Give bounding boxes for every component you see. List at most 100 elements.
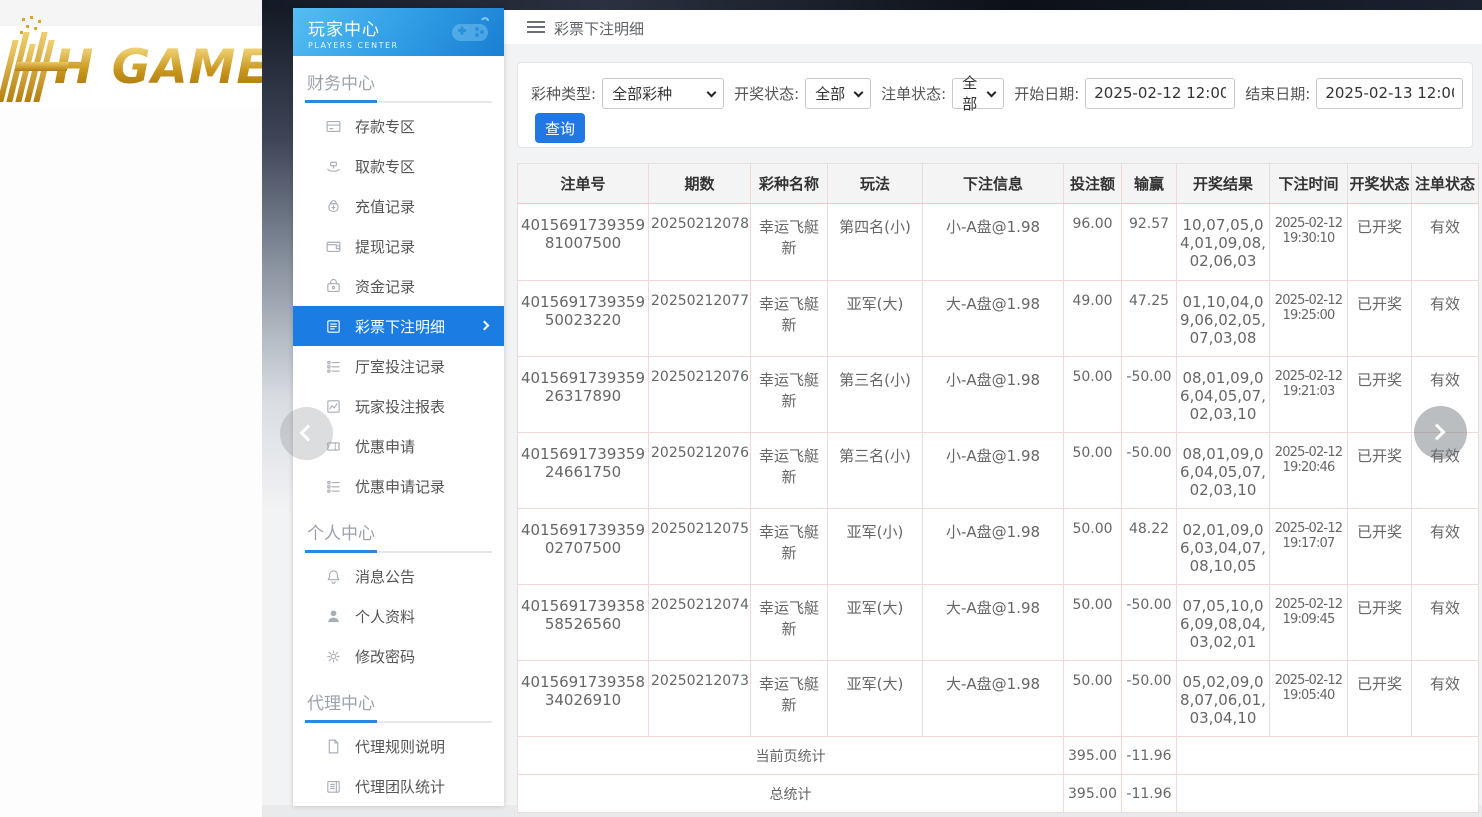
table-row: 40156917393598100750020250212078幸运飞艇新第四名… — [518, 204, 1479, 281]
deposit-icon — [325, 118, 342, 135]
cell-draw-result: 05,02,09,08,07,06,01,03,04,10 — [1177, 661, 1270, 737]
cell-bet-time: 2025-02-12 19:09:45 — [1270, 585, 1348, 661]
cell-play-type: 第四名(小) — [828, 204, 923, 281]
cell-bet-id: 401569173935950023220 — [518, 281, 649, 357]
sidebar-item[interactable]: 修改密码 — [293, 636, 504, 676]
cell-bet-info: 小-A盘@1.98 — [923, 204, 1064, 281]
sidebar-section-title: 财务中心 — [293, 56, 504, 93]
draw-status-select[interactable]: 全部 — [805, 78, 871, 109]
summary-win-loss-total: -11.96 — [1122, 775, 1177, 813]
sidebar-item[interactable]: 取款专区 — [293, 146, 504, 186]
col-draw-result: 开奖结果 — [1177, 164, 1270, 204]
withdraw-record-icon — [325, 238, 342, 255]
table-header: 注单号期数彩种名称玩法下注信息投注额输赢开奖结果下注时间开奖状态注单状态 — [518, 164, 1479, 204]
table-row: 40156917393592631789020250212076幸运飞艇新第三名… — [518, 357, 1479, 433]
cell-bet-info: 大-A盘@1.98 — [923, 585, 1064, 661]
sidebar-item[interactable]: 厅室投注记录 — [293, 346, 504, 386]
cell-bet-time: 2025-02-12 19:21:03 — [1270, 357, 1348, 433]
start-date-input[interactable] — [1085, 78, 1235, 109]
main-header: 彩票下注明细 — [504, 10, 1482, 44]
menu-toggle-icon[interactable] — [527, 21, 545, 33]
cell-period: 20250212077 — [649, 281, 751, 357]
cell-period: 20250212073 — [649, 661, 751, 737]
lottery-type-value: 全部彩种 — [612, 83, 672, 104]
cell-bet-time: 2025-02-12 19:25:00 — [1270, 281, 1348, 357]
cell-draw-status: 已开奖 — [1348, 204, 1412, 281]
cell-bet-status: 有效 — [1412, 509, 1479, 585]
cell-draw-result: 01,10,04,09,06,02,05,07,03,08 — [1177, 281, 1270, 357]
chevron-right-icon — [480, 321, 490, 331]
cell-bet-amount: 50.00 — [1064, 357, 1122, 433]
draw-status-value: 全部 — [815, 83, 845, 104]
summary-empty — [1177, 737, 1479, 775]
sidebar-header: 玩家中心 PLAYERS CENTER — [293, 8, 504, 56]
sidebar-item[interactable]: 个人资料 — [293, 596, 504, 636]
cell-bet-id: 401569173935858526560 — [518, 585, 649, 661]
cell-bet-time: 2025-02-12 19:30:10 — [1270, 204, 1348, 281]
sidebar-collapse-arrow[interactable] — [280, 407, 333, 460]
cell-draw-status: 已开奖 — [1348, 357, 1412, 433]
sidebar-item-label: 彩票下注明细 — [355, 316, 445, 337]
bet-status-value: 全部 — [962, 72, 981, 114]
sidebar-item[interactable]: 代理规则说明 — [293, 726, 504, 766]
cell-lottery-name: 幸运飞艇新 — [751, 433, 828, 509]
announcement-icon — [325, 568, 342, 585]
cell-play-type: 亚军(大) — [828, 661, 923, 737]
cell-bet-status: 有效 — [1412, 204, 1479, 281]
panel-expand-arrow[interactable] — [1414, 406, 1467, 459]
end-date-input[interactable] — [1316, 78, 1463, 109]
cell-bet-info: 小-A盘@1.98 — [923, 357, 1064, 433]
gamepad-icon — [448, 16, 492, 50]
sidebar-item-label: 优惠申请记录 — [355, 476, 445, 497]
sidebar-item[interactable]: 充值记录 — [293, 186, 504, 226]
profile-icon — [325, 608, 342, 625]
cell-bet-amount: 96.00 — [1064, 204, 1122, 281]
agent-rules-icon — [325, 738, 342, 755]
sidebar-item[interactable]: 优惠申请记录 — [293, 466, 504, 506]
cell-lottery-name: 幸运飞艇新 — [751, 281, 828, 357]
lottery-type-select[interactable]: 全部彩种 — [602, 78, 724, 109]
sidebar-item-label: 存款专区 — [355, 116, 415, 137]
sidebar-item[interactable]: 彩票下注明细 — [293, 306, 504, 346]
hh-game-logo: H GAME — [6, 32, 270, 102]
sidebar-item[interactable]: 代理团队统计 — [293, 766, 504, 806]
promo-apply-record-icon — [325, 478, 342, 495]
cell-bet-status: 有效 — [1412, 281, 1479, 357]
summary-row: 总统计395.00-11.96 — [518, 775, 1479, 813]
table-row: 40156917393590270750020250212075幸运飞艇新亚军(… — [518, 509, 1479, 585]
sidebar-item[interactable]: 资金记录 — [293, 266, 504, 306]
cell-bet-id: 401569173935834026910 — [518, 661, 649, 737]
logo-text: H GAME — [54, 40, 270, 95]
sidebar-item-label: 取款专区 — [355, 156, 415, 177]
filter-row: 彩种类型: 全部彩种 开奖状态: 全部 注单状态: 全部 开始日期: 结束日期: — [531, 77, 1463, 109]
sidebar-item-label: 消息公告 — [355, 566, 415, 587]
search-button[interactable]: 查询 — [535, 113, 585, 143]
sidebar-item[interactable]: 存款专区 — [293, 106, 504, 146]
cell-bet-id: 401569173935926317890 — [518, 357, 649, 433]
cell-bet-info: 大-A盘@1.98 — [923, 661, 1064, 737]
cell-win-loss: -50.00 — [1122, 661, 1177, 737]
sidebar-item[interactable]: 消息公告 — [293, 556, 504, 596]
lottery-type-label: 彩种类型: — [531, 83, 596, 104]
chevron-left-icon — [300, 425, 317, 442]
cell-play-type: 亚军(大) — [828, 585, 923, 661]
logo-h-crossbar — [15, 62, 69, 71]
cell-draw-status: 已开奖 — [1348, 585, 1412, 661]
agent-team-stats-icon — [325, 778, 342, 795]
cell-draw-status: 已开奖 — [1348, 433, 1412, 509]
cell-bet-amount: 50.00 — [1064, 661, 1122, 737]
chevron-down-icon — [854, 87, 864, 97]
col-bet-amount: 投注额 — [1064, 164, 1122, 204]
sidebar: 玩家中心 PLAYERS CENTER 财务中心存款专区取款专区充值记录提现记录… — [293, 8, 504, 806]
sidebar-item-label: 厅室投注记录 — [355, 356, 445, 377]
sidebar-item-label: 优惠申请 — [355, 436, 415, 457]
summary-bet-total: 395.00 — [1064, 775, 1122, 813]
cell-bet-status: 有效 — [1412, 661, 1479, 737]
cell-lottery-name: 幸运飞艇新 — [751, 585, 828, 661]
sidebar-section-title: 代理中心 — [293, 676, 504, 713]
sidebar-item[interactable]: 提现记录 — [293, 226, 504, 266]
bet-status-select[interactable]: 全部 — [952, 78, 1004, 109]
cell-bet-time: 2025-02-12 19:20:46 — [1270, 433, 1348, 509]
cell-lottery-name: 幸运飞艇新 — [751, 204, 828, 281]
page-title: 彩票下注明细 — [554, 18, 644, 39]
